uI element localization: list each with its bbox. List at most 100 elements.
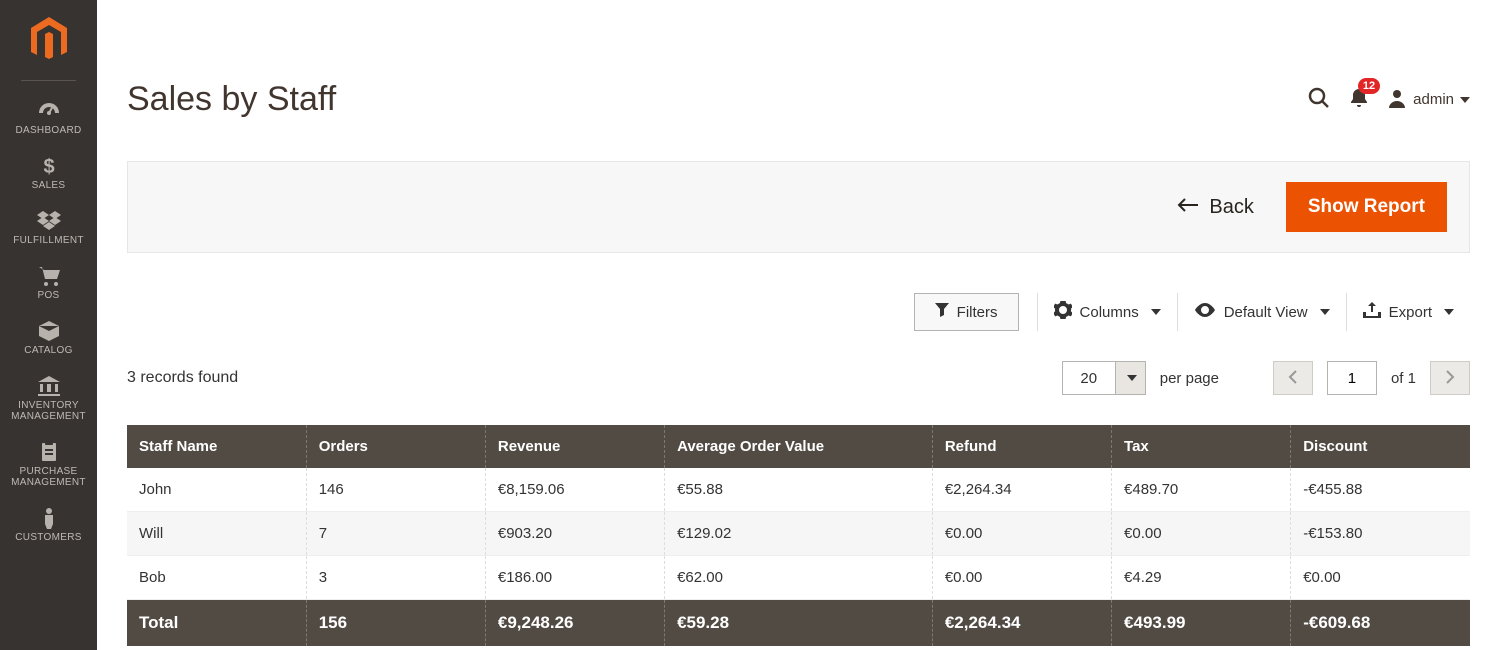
sidebar-item-dashboard[interactable]: DASHBOARD (0, 91, 97, 146)
show-report-button[interactable]: Show Report (1286, 182, 1447, 232)
sidebar-item-inventory[interactable]: INVENTORY MANAGEMENT (0, 366, 97, 432)
per-page-label: per page (1160, 370, 1219, 387)
default-view-label: Default View (1224, 304, 1308, 321)
cell-orders: 146 (306, 468, 485, 512)
search-icon (1307, 86, 1331, 113)
cell-refund: €2,264.34 (932, 468, 1111, 512)
notification-count-badge: 12 (1358, 78, 1380, 94)
per-page-value: 20 (1063, 362, 1115, 394)
cell-refund: €0.00 (932, 556, 1111, 600)
filters-button[interactable]: Filters (914, 293, 1019, 331)
default-view-button[interactable]: Default View (1177, 293, 1346, 331)
chevron-down-icon (1151, 309, 1161, 315)
sidebar-item-sales[interactable]: $ SALES (0, 146, 97, 201)
per-page-dropdown-toggle[interactable] (1115, 362, 1145, 394)
sidebar-item-label: PURCHASE MANAGEMENT (2, 466, 95, 488)
records-found-label: 3 records found (127, 369, 1048, 387)
dollar-icon: $ (2, 154, 95, 178)
sidebar-item-fulfillment[interactable]: FULFILLMENT (0, 201, 97, 256)
sidebar-item-label: CATALOG (2, 345, 95, 356)
sidebar-item-customers[interactable]: CUSTOMERS (0, 498, 97, 553)
cell-name: Bob (127, 556, 306, 600)
page-title: Sales by Staff (127, 80, 1289, 119)
columns-button[interactable]: Columns (1037, 293, 1177, 331)
table-row[interactable]: Will 7 €903.20 €129.02 €0.00 €0.00 -€153… (127, 512, 1470, 556)
grid-toolbar: Filters Columns Default View Export (127, 293, 1470, 331)
per-page-select[interactable]: 20 (1062, 361, 1146, 395)
filters-label: Filters (957, 304, 998, 321)
total-revenue: €9,248.26 (485, 600, 664, 647)
cell-tax: €489.70 (1112, 468, 1291, 512)
page-of-label: of 1 (1391, 370, 1416, 387)
arrow-left-icon (1177, 196, 1199, 219)
cell-tax: €0.00 (1112, 512, 1291, 556)
table-row[interactable]: Bob 3 €186.00 €62.00 €0.00 €4.29 €0.00 (127, 556, 1470, 600)
chevron-down-icon (1127, 375, 1137, 381)
table-row[interactable]: John 146 €8,159.06 €55.88 €2,264.34 €489… (127, 468, 1470, 512)
cell-avg: €129.02 (665, 512, 933, 556)
cell-discount: -€455.88 (1291, 468, 1470, 512)
clipboard-icon (2, 440, 95, 464)
columns-label: Columns (1080, 304, 1139, 321)
cell-revenue: €186.00 (485, 556, 664, 600)
sidebar-item-label: INVENTORY MANAGEMENT (2, 400, 95, 422)
action-bar: Back Show Report (127, 161, 1470, 253)
chevron-right-icon (1445, 370, 1455, 387)
back-button[interactable]: Back (1177, 196, 1253, 219)
col-discount[interactable]: Discount (1291, 425, 1470, 468)
total-discount: -€609.68 (1291, 600, 1470, 647)
cell-revenue: €903.20 (485, 512, 664, 556)
gauge-icon (2, 99, 95, 123)
next-page-button[interactable] (1430, 361, 1470, 395)
user-menu[interactable]: admin (1387, 88, 1470, 111)
sidebar-item-label: SALES (2, 180, 95, 191)
col-revenue[interactable]: Revenue (485, 425, 664, 468)
col-staff-name[interactable]: Staff Name (127, 425, 306, 468)
prev-page-button[interactable] (1273, 361, 1313, 395)
notifications-button[interactable]: 12 (1349, 87, 1369, 112)
cell-name: John (127, 468, 306, 512)
user-name: admin (1413, 91, 1454, 108)
sidebar-item-label: CUSTOMERS (2, 532, 95, 543)
cell-revenue: €8,159.06 (485, 468, 664, 512)
export-button[interactable]: Export (1346, 293, 1470, 331)
total-tax: €493.99 (1112, 600, 1291, 647)
sidebar-item-label: POS (2, 290, 95, 301)
funnel-icon (935, 303, 949, 321)
col-orders[interactable]: Orders (306, 425, 485, 468)
cell-name: Will (127, 512, 306, 556)
sidebar-item-purchase[interactable]: PURCHASE MANAGEMENT (0, 432, 97, 498)
person-icon (2, 506, 95, 530)
chevron-down-icon (1460, 97, 1470, 103)
report-table: Staff Name Orders Revenue Average Order … (127, 425, 1470, 646)
paging-row: 3 records found 20 per page of 1 (127, 361, 1470, 395)
sidebar-item-catalog[interactable]: CATALOG (0, 311, 97, 366)
eye-icon (1194, 303, 1216, 321)
total-label: Total (127, 600, 306, 647)
sidebar-item-pos[interactable]: POS (0, 256, 97, 311)
table-header-row: Staff Name Orders Revenue Average Order … (127, 425, 1470, 468)
col-tax[interactable]: Tax (1112, 425, 1291, 468)
total-orders: 156 (306, 600, 485, 647)
cell-tax: €4.29 (1112, 556, 1291, 600)
box-icon (2, 319, 95, 343)
page-header: Sales by Staff 12 admin (127, 80, 1470, 119)
export-icon (1363, 302, 1381, 322)
search-button[interactable] (1307, 86, 1331, 113)
col-refund[interactable]: Refund (932, 425, 1111, 468)
page-number-input[interactable] (1327, 361, 1377, 395)
magento-logo[interactable] (26, 10, 71, 70)
chevron-down-icon (1320, 309, 1330, 315)
cell-avg: €55.88 (665, 468, 933, 512)
back-label: Back (1209, 196, 1253, 219)
chevron-down-icon (1444, 309, 1454, 315)
gear-icon (1054, 301, 1072, 323)
user-icon (1387, 88, 1407, 111)
col-avg[interactable]: Average Order Value (665, 425, 933, 468)
sidebar-item-label: FULFILLMENT (2, 235, 95, 246)
total-avg: €59.28 (665, 600, 933, 647)
cell-avg: €62.00 (665, 556, 933, 600)
total-refund: €2,264.34 (932, 600, 1111, 647)
sidebar-item-label: DASHBOARD (2, 125, 95, 136)
dropbox-icon (2, 209, 95, 233)
